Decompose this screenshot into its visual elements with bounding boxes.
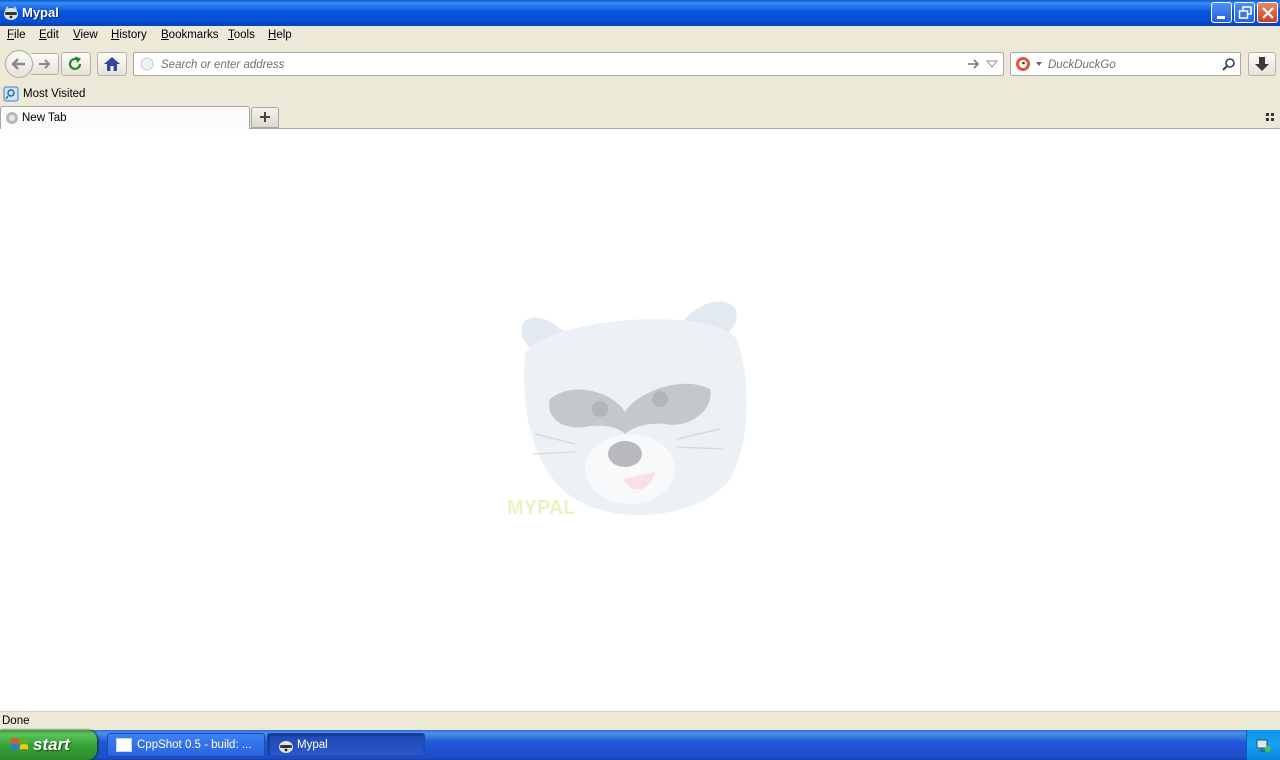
- forward-arrow-icon: [39, 59, 51, 69]
- search-input[interactable]: [1046, 56, 1215, 74]
- mypal-taskbar-icon: [279, 741, 293, 753]
- minimize-icon: [1217, 16, 1225, 19]
- new-tab-button[interactable]: [251, 107, 279, 128]
- mypal-logo-text: MYPAL: [507, 497, 576, 519]
- tab-groups-icon[interactable]: [1265, 112, 1275, 122]
- downloads-button[interactable]: [1248, 52, 1276, 76]
- search-bar[interactable]: [1010, 52, 1241, 76]
- restore-icon: [1238, 6, 1252, 19]
- mypal-raccoon-watermark: MYPAL: [507, 301, 747, 519]
- status-text: Done: [2, 715, 30, 727]
- back-arrow-icon: [11, 58, 25, 70]
- taskbar-item-mypal[interactable]: Mypal: [267, 733, 425, 757]
- go-arrow-icon[interactable]: [966, 57, 982, 71]
- duckduckgo-engine-icon[interactable]: [1015, 56, 1043, 72]
- home-button[interactable]: [97, 52, 127, 76]
- menu-edit[interactable]: Edit: [39, 29, 59, 41]
- minimize-button[interactable]: [1211, 2, 1232, 23]
- forward-button[interactable]: [31, 53, 59, 75]
- back-forward-group: [5, 50, 61, 78]
- title-bar[interactable]: Mypal: [0, 0, 1280, 26]
- tab-label: New Tab: [22, 112, 67, 124]
- restore-button[interactable]: [1234, 2, 1255, 23]
- site-identity-icon: [140, 57, 154, 71]
- reload-button[interactable]: [61, 52, 91, 76]
- taskbar-item-label: Mypal: [297, 739, 328, 751]
- network-tray-icon[interactable]: [1256, 737, 1272, 753]
- dropmarker-icon[interactable]: [986, 58, 998, 70]
- address-input[interactable]: [159, 56, 953, 74]
- menu-bookmarks[interactable]: Bookmarks: [161, 29, 219, 41]
- search-icon[interactable]: [1221, 57, 1237, 73]
- menu-help[interactable]: Help: [268, 29, 292, 41]
- window-app-icon: [116, 738, 132, 752]
- status-bar: Done: [0, 711, 1280, 730]
- most-visited-label: Most Visited: [23, 88, 86, 100]
- mypal-app-icon: [4, 6, 18, 20]
- taskbar-item-cppshot[interactable]: CppShot 0.5 - build: ...: [107, 733, 265, 757]
- plus-icon: [260, 112, 270, 122]
- address-bar[interactable]: [133, 52, 1004, 76]
- tab-strip: New Tab: [0, 105, 1280, 129]
- page-content: MYPAL: [0, 129, 1280, 711]
- back-button[interactable]: [5, 50, 33, 78]
- menu-bar: File Edit View History Bookmarks Tools H…: [0, 26, 1280, 46]
- menu-file[interactable]: File: [7, 29, 26, 41]
- navigation-toolbar: [0, 46, 1280, 84]
- download-icon: [1255, 57, 1269, 71]
- reload-icon: [68, 56, 82, 70]
- bookmarks-toolbar: Most Visited: [0, 84, 1280, 105]
- start-button[interactable]: start: [0, 730, 97, 760]
- window-title: Mypal: [22, 5, 59, 20]
- taskbar-item-label: CppShot 0.5 - build: ...: [137, 739, 252, 751]
- menu-history[interactable]: History: [111, 29, 147, 41]
- menu-tools[interactable]: Tools: [228, 29, 255, 41]
- most-visited-folder-icon: [3, 86, 19, 102]
- home-icon: [104, 57, 120, 71]
- tab-new-tab[interactable]: New Tab: [0, 106, 250, 129]
- close-button[interactable]: [1257, 2, 1278, 23]
- system-tray: [1246, 730, 1280, 760]
- windows-taskbar: start CppShot 0.5 - build: ... Mypal: [0, 730, 1280, 760]
- start-label: start: [33, 735, 70, 754]
- menu-view[interactable]: View: [73, 29, 98, 41]
- tab-favicon-icon: [6, 112, 18, 124]
- windows-logo-icon: [11, 738, 28, 750]
- close-icon: [1262, 7, 1274, 19]
